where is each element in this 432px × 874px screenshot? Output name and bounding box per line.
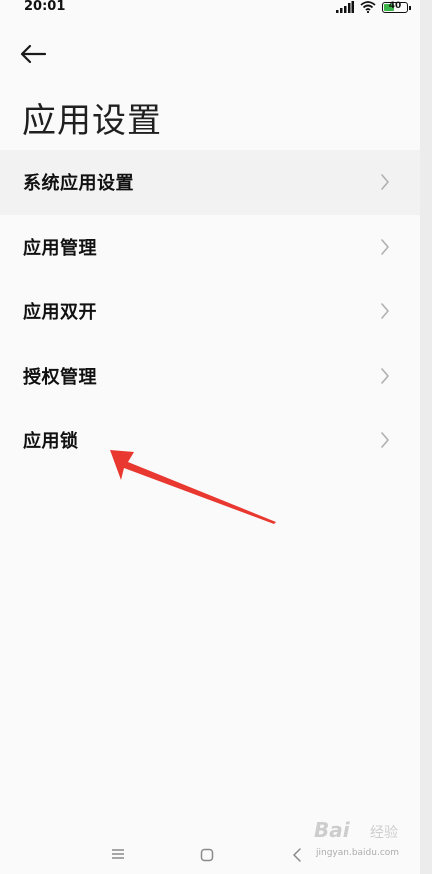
app-screen: 20:01 40 应用设置 系统应用设置 应用管理 应用双开 授权管理 应用锁 [0,0,420,874]
home-icon[interactable] [200,848,214,862]
battery-cap [409,5,411,10]
menu-icon[interactable] [111,848,125,860]
list-item-label: 应用管理 [23,237,97,259]
chevron-right-icon [381,367,389,384]
status-icons: 40 [336,0,411,13]
page-title: 应用设置 [22,101,162,141]
status-bar: 20:01 40 [0,0,420,16]
chevron-right-icon [381,303,389,320]
list-item-system-app-settings[interactable]: 系统应用设置 [0,150,420,215]
settings-list: 系统应用设置 应用管理 应用双开 授权管理 应用锁 [0,150,420,473]
chevron-right-icon [381,174,389,191]
list-item-label: 系统应用设置 [23,173,134,195]
list-item-app-management[interactable]: 应用管理 [0,215,420,280]
list-item-permissions[interactable]: 授权管理 [0,344,420,409]
signal-icon [336,1,354,13]
back-button[interactable] [20,40,52,68]
battery-level: 40 [388,0,402,11]
list-item-app-lock[interactable]: 应用锁 [0,408,420,473]
list-item-dual-apps[interactable]: 应用双开 [0,279,420,344]
chevron-right-icon [381,238,389,255]
status-time: 20:01 [24,0,66,14]
list-item-label: 应用双开 [23,302,97,324]
nav-bar [0,836,420,874]
list-item-label: 应用锁 [23,431,79,453]
arrow-left-icon [20,44,46,64]
chevron-right-icon [381,432,389,449]
screen-edge [420,0,432,874]
battery-icon: 40 [382,0,411,13]
wifi-icon [360,1,376,13]
back-icon[interactable] [292,848,302,862]
list-item-label: 授权管理 [23,366,97,388]
